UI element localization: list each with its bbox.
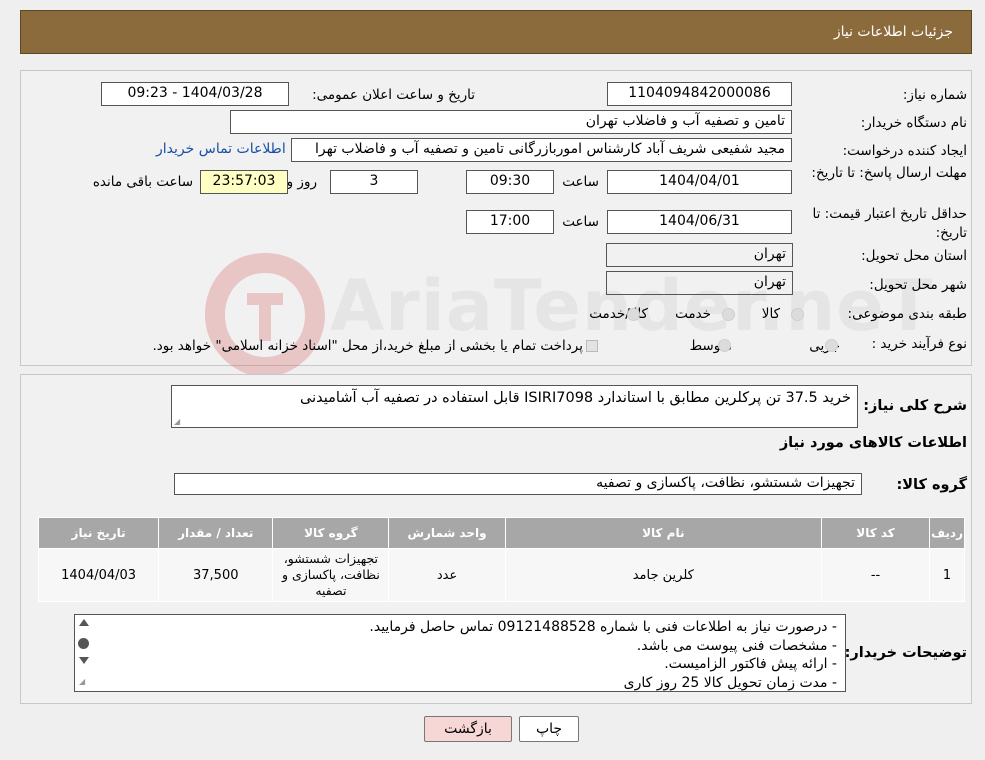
goods-section-title: اطلاعات کالاهای مورد نیاز xyxy=(779,435,967,451)
process-medium-radio[interactable] xyxy=(718,339,731,352)
back-button[interactable]: بازگشت xyxy=(424,716,512,742)
page-title: جزئیات اطلاعات نیاز xyxy=(833,24,953,40)
process-note-checkbox[interactable] xyxy=(586,340,598,352)
col-unit-header: واحد شمارش xyxy=(389,518,505,548)
announce-date-label: تاریخ و ساعت اعلان عمومی: xyxy=(312,87,475,103)
goods-group-label: گروه کالا: xyxy=(896,477,967,493)
need-number-field: 1104094842000086 xyxy=(607,82,792,106)
city-field: تهران xyxy=(606,271,793,295)
note-line: - مشخصات فنی پیوست می باشد. xyxy=(636,637,837,654)
col-code-header: کد کالا xyxy=(821,518,930,548)
notes-scrollbar[interactable]: ◢ xyxy=(77,617,91,689)
remaining-time-field: 23:57:03 xyxy=(200,170,288,194)
goods-group-field: تجهیزات شستشو، نظافت، پاکسازی و تصفیه xyxy=(174,473,862,495)
province-field: تهران xyxy=(606,243,793,267)
creator-label: ایجاد کننده درخواست: xyxy=(842,143,967,159)
description-label: شرح کلی نیاز: xyxy=(863,398,967,414)
process-label: نوع فرآیند خرید : xyxy=(871,336,967,352)
resize-grip-icon: ◢ xyxy=(79,677,86,686)
buyer-org-field: تامین و تصفیه آب و فاضلاب تهران xyxy=(230,110,792,134)
remaining-label: ساعت باقی مانده xyxy=(92,174,193,190)
deadline-time-field: 09:30 xyxy=(466,170,554,194)
days-label: روز و xyxy=(286,174,317,190)
validity-label: حداقل تاریخ اعتبار قیمت: تا تاریخ: xyxy=(812,206,967,241)
announce-date-field: 1404/03/28 - 09:23 xyxy=(101,82,289,106)
province-label: استان محل تحویل: xyxy=(861,248,967,264)
creator-field: مجید شفیعی شریف آباد کارشناس اموربازرگان… xyxy=(291,138,792,162)
note-line: - ارائه پیش فاکتور الزامیست. xyxy=(664,656,837,672)
validity-date-field: 1404/06/31 xyxy=(607,210,792,234)
buyer-notes-field: - درصورت نیاز به اطلاعات فنی با شماره 09… xyxy=(74,614,846,692)
cell-date: 1404/04/03 xyxy=(39,549,159,601)
note-line: - مدت زمان تحویل کالا 25 روز کاری xyxy=(623,674,837,691)
description-field: خرید 37.5 تن پرکلرین مطابق با استاندارد … xyxy=(171,385,858,428)
cell-group: تجهیزات شستشو، نظافت، پاکسازی و تصفیه xyxy=(273,549,389,601)
scroll-down-icon[interactable] xyxy=(79,657,89,664)
category-label: طبقه بندی موضوعی: xyxy=(847,306,967,322)
deadline-date-field: 1404/04/01 xyxy=(607,170,792,194)
buyer-contact-link[interactable]: اطلاعات تماس خریدار xyxy=(156,141,286,157)
deadline-time-label: ساعت xyxy=(562,174,599,190)
col-qty-header: تعداد / مقدار xyxy=(159,518,273,548)
col-name-header: نام کالا xyxy=(505,518,821,548)
category-option-goods-label: کالا xyxy=(761,306,780,322)
print-button[interactable]: چاپ xyxy=(519,716,579,742)
need-number-label: شماره نیاز: xyxy=(902,87,967,103)
category-option-service-label: خدمت xyxy=(675,306,711,322)
goods-table: ردیف کد کالا نام کالا واحد شمارش گروه کا… xyxy=(38,517,965,602)
col-group-header: گروه کالا xyxy=(273,518,389,548)
process-minor-radio[interactable] xyxy=(825,339,838,352)
validity-time-field: 17:00 xyxy=(466,210,554,234)
cell-unit: عدد xyxy=(389,549,505,601)
resize-grip-icon: ◢ xyxy=(174,417,181,426)
goods-table-wrap: ردیف کد کالا نام کالا واحد شمارش گروه کا… xyxy=(38,517,965,602)
table-row: 1 -- کلرین جامد عدد تجهیزات شستشو، نظافت… xyxy=(39,549,964,601)
days-field: 3 xyxy=(330,170,418,194)
watermark-logo-icon xyxy=(205,253,325,377)
cell-qty: 37,500 xyxy=(159,549,273,601)
process-note: پرداخت تمام یا بخشی از مبلغ خرید،از محل … xyxy=(152,338,583,354)
page-header: جزئیات اطلاعات نیاز xyxy=(20,10,972,54)
note-line: - درصورت نیاز به اطلاعات فنی با شماره 09… xyxy=(369,619,837,635)
scroll-thumb[interactable] xyxy=(78,638,89,649)
table-header-row: ردیف کد کالا نام کالا واحد شمارش گروه کا… xyxy=(39,518,964,548)
cell-name: کلرین جامد xyxy=(505,549,821,601)
category-both-radio[interactable] xyxy=(627,308,640,321)
cell-row: 1 xyxy=(930,549,964,601)
col-date-header: تاریخ نیاز xyxy=(39,518,159,548)
cell-code: -- xyxy=(821,549,930,601)
validity-time-label: ساعت xyxy=(562,214,599,230)
buyer-notes-label: توضیحات خریدار: xyxy=(844,645,967,661)
scroll-up-icon[interactable] xyxy=(79,619,89,626)
category-service-radio[interactable] xyxy=(722,308,735,321)
col-row-header: ردیف xyxy=(930,518,964,548)
category-goods-radio[interactable] xyxy=(791,308,804,321)
city-label: شهر محل تحویل: xyxy=(869,277,967,293)
buyer-org-label: نام دستگاه خریدار: xyxy=(860,115,967,131)
deadline-label: مهلت ارسال پاسخ: تا تاریخ: xyxy=(811,165,967,181)
